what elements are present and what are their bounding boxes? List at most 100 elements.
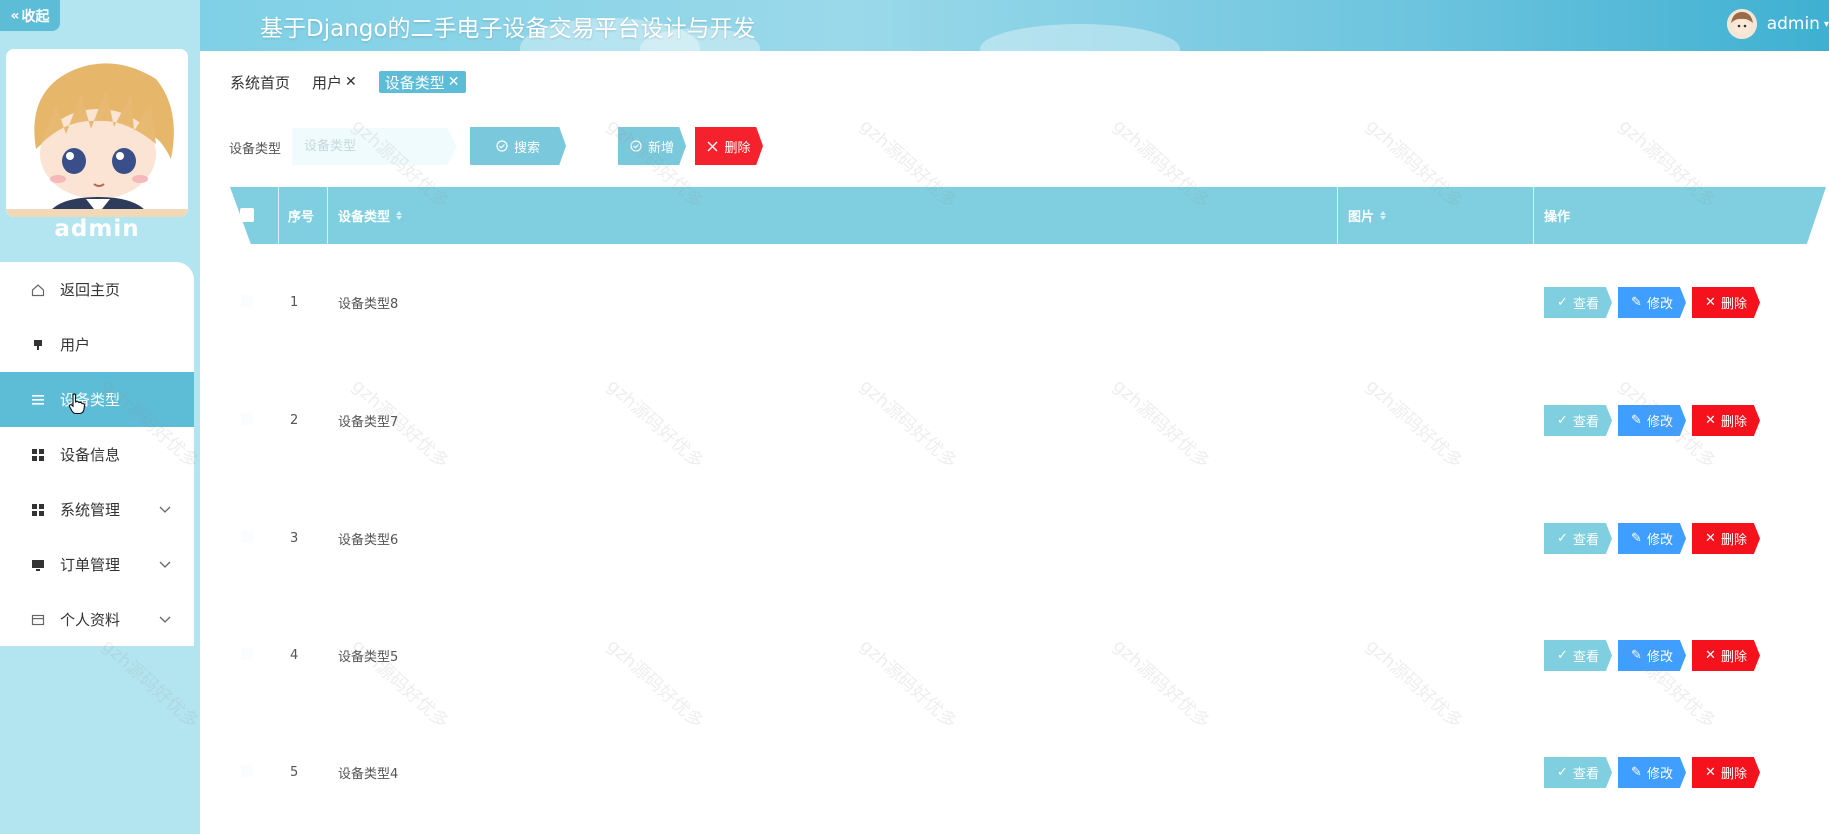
sidebar-username: admin: [54, 216, 140, 242]
tab-bar: 系统首页 用户 ✕ 设备类型 ✕: [230, 71, 488, 93]
tab-home[interactable]: 系统首页: [230, 72, 290, 93]
list-icon: [30, 392, 46, 408]
row-checkbox[interactable]: [241, 765, 253, 777]
edit-icon: ✎: [1631, 765, 1642, 780]
sidebar-item-device-type[interactable]: 设备类型: [0, 372, 194, 427]
add-circle-icon: [630, 140, 642, 152]
batch-delete-button[interactable]: 删除: [695, 127, 763, 165]
row-device-type: 设备类型7: [338, 414, 399, 430]
close-icon[interactable]: ✕: [345, 74, 357, 90]
row-index: 2: [290, 412, 299, 428]
card-icon: [30, 612, 46, 628]
column-header-index: 序号: [288, 210, 315, 225]
delete-button[interactable]: ✕ 删除: [1692, 640, 1760, 671]
view-button[interactable]: ✓ 查看: [1544, 287, 1612, 318]
sidebar-item-user[interactable]: 用户: [0, 317, 194, 372]
edit-icon: ✎: [1631, 413, 1642, 428]
sort-icon[interactable]: [1380, 211, 1387, 220]
row-device-type: 设备类型5: [338, 649, 399, 665]
tab-user[interactable]: 用户 ✕: [312, 72, 357, 93]
table-row: 5 设备类型4 ✓ 查看 ✎ 修改 ✕ 删除: [230, 742, 1826, 802]
close-icon: ✕: [1705, 648, 1716, 663]
view-button[interactable]: ✓ 查看: [1544, 523, 1612, 554]
grid-icon: [30, 502, 46, 518]
sidebar-item-order-management[interactable]: 订单管理: [0, 537, 194, 592]
row-index: 4: [290, 647, 299, 663]
edit-icon: ✎: [1631, 531, 1642, 546]
table-row: 2 设备类型7 ✓ 查看 ✎ 修改 ✕ 删除: [230, 390, 1826, 450]
user-avatar: [1726, 9, 1757, 39]
sidebar-item-system-management[interactable]: 系统管理: [0, 482, 194, 537]
sidebar-item-home[interactable]: 返回主页: [0, 262, 194, 317]
select-all-checkbox[interactable]: [240, 208, 254, 222]
chevron-down-icon: [158, 561, 172, 569]
delete-button[interactable]: ✕ 删除: [1692, 405, 1760, 436]
sort-icon[interactable]: [396, 211, 403, 220]
double-chevron-left-icon: «: [10, 7, 20, 24]
home-icon: [30, 282, 46, 298]
row-checkbox[interactable]: [241, 295, 253, 307]
sidebar-item-label: 系统管理: [60, 501, 121, 519]
row-checkbox[interactable]: [241, 531, 253, 543]
sidebar-item-label: 订单管理: [60, 556, 121, 574]
delete-button[interactable]: ✕ 删除: [1692, 757, 1760, 788]
tab-device-type[interactable]: 设备类型 ✕: [378, 71, 466, 93]
collapse-label: 收起: [21, 8, 50, 25]
sidebar-item-label: 设备信息: [60, 446, 121, 464]
row-device-type: 设备类型6: [338, 532, 399, 548]
delete-button[interactable]: ✕ 删除: [1692, 287, 1760, 318]
collapse-button[interactable]: « 收起: [0, 0, 60, 31]
column-separator: [1533, 187, 1534, 244]
column-separator: [1337, 187, 1338, 244]
search-label: 设备类型: [229, 142, 282, 157]
edit-button[interactable]: ✎ 修改: [1618, 287, 1686, 318]
close-icon: ✕: [1705, 765, 1716, 780]
sidebar-item-label: 用户: [60, 336, 91, 354]
check-icon: ✓: [1557, 295, 1568, 310]
row-checkbox[interactable]: [241, 648, 253, 660]
edit-icon: ✎: [1631, 648, 1642, 663]
grid-icon: [30, 447, 46, 463]
sidebar-item-device-info[interactable]: 设备信息: [0, 427, 194, 482]
sidebar-item-label: 个人资料: [60, 611, 121, 629]
sidebar: « 收起 admin 返回主页 用户 设备类型 设备信息 系统管理 订单管理 个…: [0, 0, 200, 834]
column-header-image[interactable]: 图片: [1348, 187, 1387, 244]
sidebar-item-profile[interactable]: 个人资料: [0, 592, 194, 647]
row-device-type: 设备类型8: [338, 296, 399, 312]
delete-button[interactable]: ✕ 删除: [1692, 523, 1760, 554]
table-row: 1 设备类型8 ✓ 查看 ✎ 修改 ✕ 删除: [230, 272, 1826, 332]
header-cloud-decoration: [980, 24, 1180, 51]
search-button[interactable]: 搜索: [470, 127, 566, 165]
view-button[interactable]: ✓ 查看: [1544, 757, 1612, 788]
add-button-label: 新增: [647, 140, 674, 156]
table-row: 3 设备类型6 ✓ 查看 ✎ 修改 ✕ 删除: [230, 508, 1826, 568]
tab-label: 设备类型: [384, 73, 445, 92]
row-checkbox[interactable]: [241, 413, 253, 425]
row-index: 3: [290, 530, 299, 546]
row-index: 1: [290, 294, 299, 310]
hand-cursor-icon: [68, 393, 86, 415]
header-username: admin: [1766, 14, 1820, 34]
column-separator: [327, 187, 328, 244]
column-header-device-type[interactable]: 设备类型: [338, 187, 403, 244]
add-button[interactable]: 新增: [618, 127, 686, 165]
edit-button[interactable]: ✎ 修改: [1618, 640, 1686, 671]
edit-button[interactable]: ✎ 修改: [1618, 405, 1686, 436]
monitor-icon: [30, 557, 46, 573]
tab-label: 用户: [312, 73, 343, 92]
row-device-type: 设备类型4: [338, 766, 399, 782]
close-icon: ✕: [1705, 531, 1716, 546]
edit-button[interactable]: ✎ 修改: [1618, 757, 1686, 788]
sidebar-item-label: 返回主页: [60, 281, 121, 299]
chevron-down-icon: [158, 506, 172, 514]
view-button[interactable]: ✓ 查看: [1544, 405, 1612, 436]
table-row: 4 设备类型5 ✓ 查看 ✎ 修改 ✕ 删除: [230, 625, 1826, 685]
device-type-search-input[interactable]: [292, 128, 457, 165]
edit-button[interactable]: ✎ 修改: [1618, 523, 1686, 554]
view-button[interactable]: ✓ 查看: [1544, 640, 1612, 671]
column-separator: [278, 187, 279, 244]
check-icon: ✓: [1557, 648, 1568, 663]
sidebar-avatar: [6, 49, 188, 217]
close-icon[interactable]: ✕: [448, 74, 460, 90]
user-menu[interactable]: admin ▾: [1726, 7, 1829, 41]
